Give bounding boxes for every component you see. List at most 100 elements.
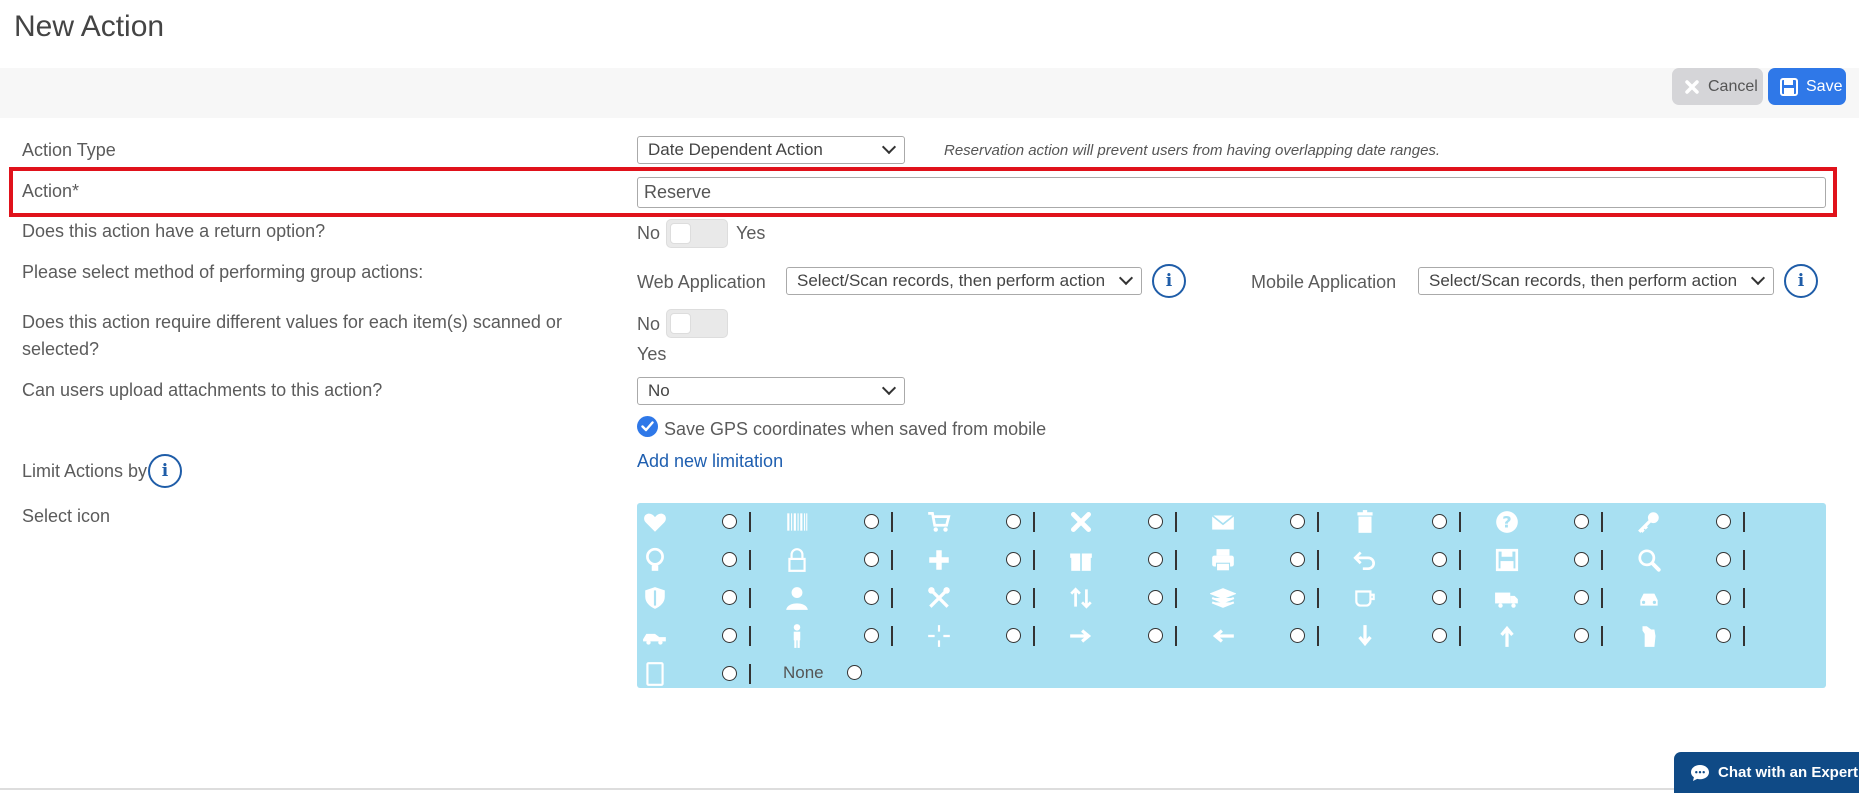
icon-radio[interactable]	[1290, 590, 1305, 605]
arrow-down-icon	[1352, 623, 1378, 649]
add-limitation-link[interactable]: Add new limitation	[637, 451, 783, 472]
icon-option[interactable]	[1205, 543, 1347, 573]
icon-radio[interactable]	[1574, 552, 1589, 567]
different-values-toggle[interactable]	[666, 309, 728, 338]
action-type-value: Date Dependent Action	[648, 140, 823, 159]
mobile-method-select[interactable]: Select/Scan records, then perform action	[1418, 267, 1774, 295]
icon-radio[interactable]	[1574, 514, 1589, 529]
icon-radio[interactable]	[864, 628, 879, 643]
icon-radio[interactable]	[864, 514, 879, 529]
icon-radio[interactable]	[722, 666, 737, 681]
icon-radio[interactable]	[722, 590, 737, 605]
icon-option[interactable]	[1489, 581, 1631, 611]
icon-radio[interactable]	[1148, 628, 1163, 643]
icon-radio[interactable]	[1290, 514, 1305, 529]
icon-option[interactable]	[1631, 619, 1773, 649]
icon-option[interactable]	[921, 543, 1063, 573]
web-info-icon[interactable]: i	[1152, 264, 1186, 298]
icon-option[interactable]	[637, 619, 779, 649]
gps-checkbox[interactable]	[637, 416, 658, 437]
search-icon	[1636, 547, 1662, 573]
icon-radio[interactable]	[1716, 514, 1731, 529]
return-option-toggle[interactable]	[666, 219, 728, 248]
icon-option[interactable]	[921, 619, 1063, 649]
icon-option[interactable]	[1063, 543, 1205, 573]
icon-option[interactable]: ?	[1489, 505, 1631, 535]
icon-option[interactable]	[1205, 505, 1347, 535]
icon-radio[interactable]	[722, 514, 737, 529]
icon-radio[interactable]	[1290, 552, 1305, 567]
return-option-label: Does this action have a return option?	[22, 221, 326, 241]
icon-radio[interactable]	[1432, 514, 1447, 529]
icon-option[interactable]	[637, 505, 779, 535]
icon-option[interactable]	[637, 581, 779, 611]
icon-radio[interactable]	[864, 552, 879, 567]
icon-option[interactable]	[637, 543, 779, 573]
icon-radio[interactable]	[1574, 590, 1589, 605]
icon-radio[interactable]	[1432, 628, 1447, 643]
chat-icon	[1691, 764, 1709, 781]
icon-option[interactable]	[1205, 581, 1347, 611]
icon-option[interactable]	[1631, 505, 1773, 535]
icon-radio[interactable]	[1006, 590, 1021, 605]
icon-option[interactable]	[1631, 543, 1773, 573]
divider	[1175, 626, 1177, 646]
icon-option[interactable]	[779, 543, 921, 573]
mobile-application-label: Mobile Application	[1251, 272, 1397, 292]
icon-option[interactable]	[1063, 619, 1205, 649]
icon-option[interactable]	[1489, 619, 1631, 649]
divider	[749, 588, 751, 608]
divider	[1317, 512, 1319, 532]
icon-option[interactable]	[921, 505, 1063, 535]
icon-option[interactable]	[1347, 505, 1489, 535]
icon-option[interactable]	[1631, 581, 1773, 611]
action-type-select[interactable]: Date Dependent Action	[637, 136, 905, 164]
gps-label: Save GPS coordinates when saved from mob…	[664, 419, 1047, 439]
icon-radio[interactable]	[1574, 628, 1589, 643]
icon-option[interactable]	[637, 657, 779, 687]
divider	[749, 626, 751, 646]
icon-radio[interactable]	[1432, 590, 1447, 605]
icon-radio[interactable]	[1006, 628, 1021, 643]
icon-option[interactable]	[1347, 619, 1489, 649]
icon-picker: ? None	[637, 503, 1826, 688]
divider	[1175, 512, 1177, 532]
icon-option[interactable]	[921, 581, 1063, 611]
icon-radio[interactable]	[1716, 628, 1731, 643]
icon-radio[interactable]	[864, 590, 879, 605]
icon-option[interactable]	[1489, 543, 1631, 573]
divider	[891, 550, 893, 570]
icon-option[interactable]	[1063, 505, 1205, 535]
icon-radio[interactable]	[1716, 590, 1731, 605]
icon-option[interactable]	[1205, 619, 1347, 649]
icon-radio[interactable]	[1148, 552, 1163, 567]
none-radio[interactable]	[847, 665, 862, 680]
icon-radio[interactable]	[722, 628, 737, 643]
icon-option[interactable]	[1347, 581, 1489, 611]
cancel-button[interactable]: Cancel	[1672, 68, 1763, 105]
icon-option[interactable]	[779, 619, 921, 649]
icon-radio[interactable]	[1290, 628, 1305, 643]
icon-option[interactable]	[779, 581, 921, 611]
toolbar	[0, 68, 1859, 118]
chat-button[interactable]: Chat with an Expert	[1674, 752, 1859, 793]
icon-radio[interactable]	[1432, 552, 1447, 567]
save-button[interactable]: Save	[1768, 68, 1846, 105]
icon-option[interactable]	[779, 505, 921, 535]
web-method-select[interactable]: Select/Scan records, then perform action	[786, 267, 1142, 295]
attachments-select[interactable]: No	[637, 377, 905, 405]
car-side-icon	[642, 623, 668, 649]
svg-text:?: ?	[1502, 512, 1511, 531]
limit-info-icon[interactable]: i	[148, 454, 182, 488]
icon-option[interactable]	[1347, 543, 1489, 573]
icon-option[interactable]	[1063, 581, 1205, 611]
icon-radio[interactable]	[1006, 514, 1021, 529]
icon-radio[interactable]	[722, 552, 737, 567]
mobile-info-icon[interactable]: i	[1784, 264, 1818, 298]
icon-radio[interactable]	[1716, 552, 1731, 567]
icon-radio[interactable]	[1148, 590, 1163, 605]
icon-radio[interactable]	[1006, 552, 1021, 567]
divider	[1743, 588, 1745, 608]
icon-radio[interactable]	[1148, 514, 1163, 529]
chevron-down-icon	[881, 139, 897, 155]
